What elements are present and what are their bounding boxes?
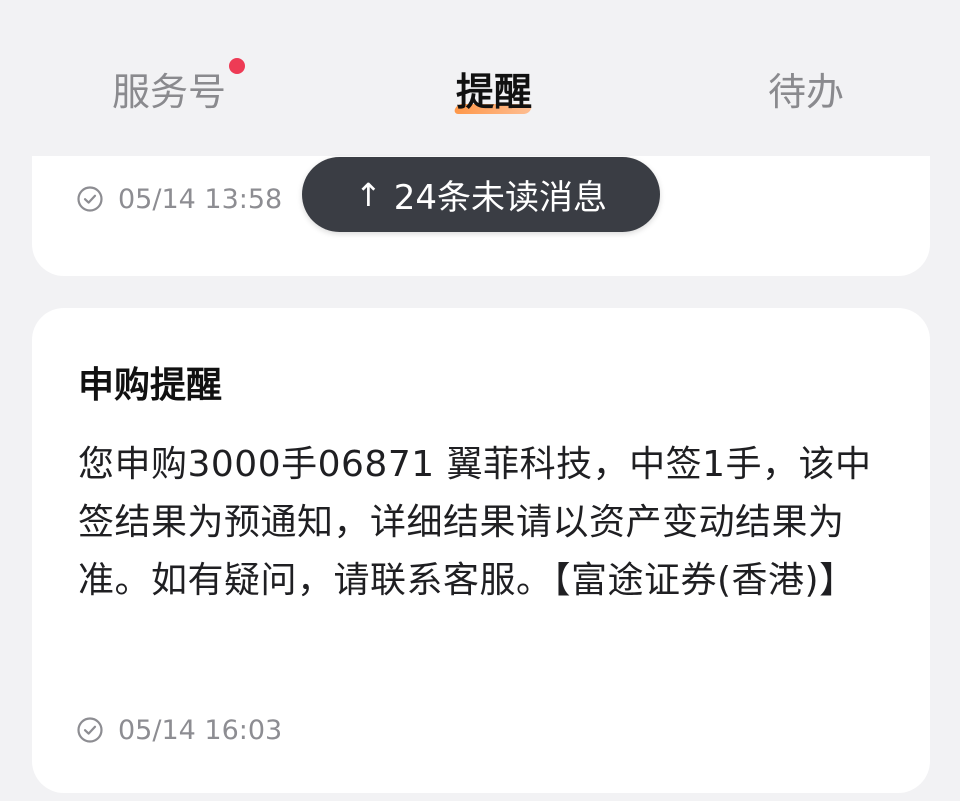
timestamp-row: 05/14 16:03 xyxy=(76,713,282,747)
arrow-up-icon: ↑ xyxy=(354,175,382,214)
message-card[interactable]: 申购提醒 您申购3000手06871 翼菲科技，中签1手，该中签结果为预通知，详… xyxy=(32,308,930,793)
timestamp: 05/14 16:03 xyxy=(118,714,283,746)
tab-service[interactable]: 服务号 xyxy=(112,62,226,122)
message-body: 您申购3000手06871 翼菲科技，中签1手，该中签结果为预通知，详细结果请以… xyxy=(78,444,872,601)
notification-dot xyxy=(229,58,245,74)
check-circle-icon xyxy=(77,186,103,212)
timestamp-row: 05/14 13:58 xyxy=(76,182,282,216)
check-circle-icon xyxy=(77,717,103,743)
unread-count-label: 24条未读消息 xyxy=(393,178,608,218)
tab-reminder[interactable]: 提醒 xyxy=(456,62,532,122)
message-title: 申购提醒 xyxy=(78,365,223,406)
tab-todo[interactable]: 待办 xyxy=(768,62,844,122)
tab-bar: 服务号 提醒 待办 xyxy=(0,0,960,150)
timestamp: 05/14 13:58 xyxy=(118,183,283,215)
unread-messages-button[interactable]: ↑ 24条未读消息 xyxy=(302,157,660,232)
